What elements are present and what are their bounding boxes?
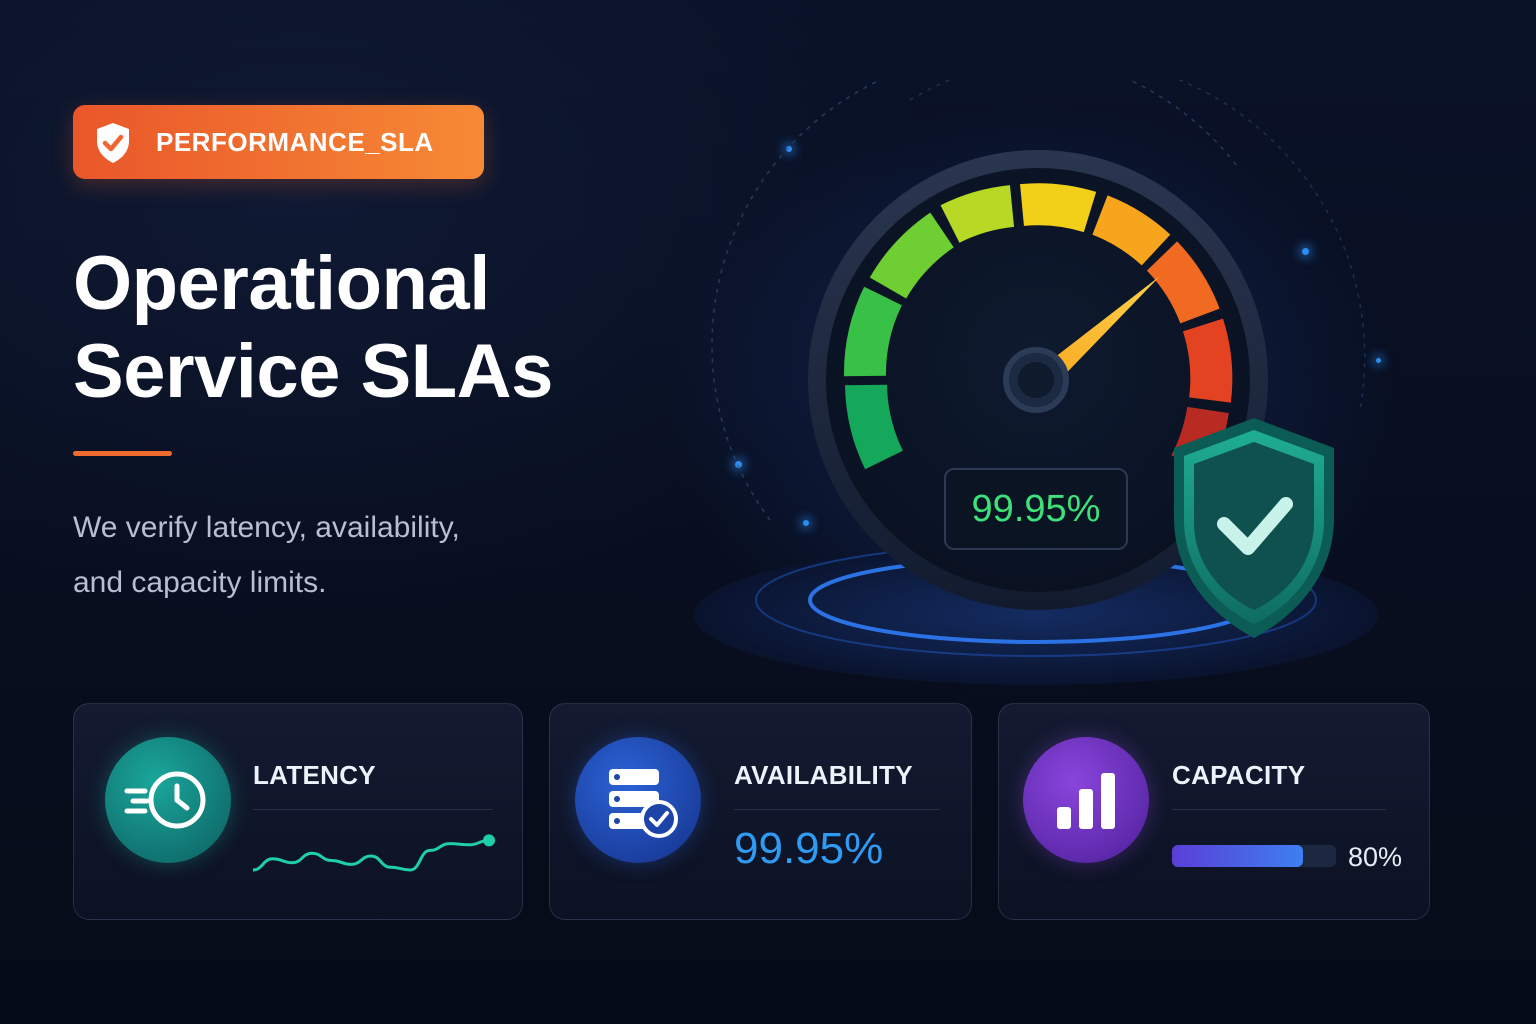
latency-sparkline: [252, 834, 495, 872]
availability-card: AVAILABILITY 99.95%: [549, 703, 972, 920]
capacity-percent: 80%: [1348, 842, 1403, 872]
latency-icon-circle: [105, 737, 231, 863]
page-title: Operational Service SLAs: [73, 240, 553, 416]
bar-chart-icon: [1057, 773, 1115, 829]
latency-trend-endpoint: [483, 834, 495, 847]
capacity-icon-circle: [1023, 737, 1149, 863]
shield-check-icon: [97, 123, 129, 163]
title-divider: [73, 451, 172, 456]
subtitle-line-2: and capacity limits.: [73, 566, 327, 599]
capacity-rule: [1172, 809, 1386, 810]
latency-card: LATENCY: [73, 703, 523, 920]
latency-trend-line: [252, 838, 490, 872]
availability-label: AVAILABILITY: [734, 760, 913, 790]
title-line-1: Operational: [73, 241, 490, 326]
gauge-readout: 99.95%: [944, 468, 1128, 550]
availability-value: 99.95%: [734, 824, 884, 873]
capacity-card: CAPACITY 80%: [998, 703, 1430, 920]
subtitle: We verify latency, availability, and cap…: [73, 500, 593, 610]
capacity-bar-fill: [1172, 845, 1304, 867]
server-check-icon: [609, 769, 678, 838]
capacity-bar-track: [1172, 845, 1336, 867]
title-line-2: Service SLAs: [73, 329, 553, 414]
badge-label: PERFORMANCE_SLA: [156, 127, 434, 157]
latency-label: LATENCY: [253, 760, 376, 790]
latency-rule: [253, 809, 493, 810]
availability-icon-circle: [575, 737, 701, 863]
gauge-illustration: [694, 80, 1378, 685]
sla-badge: PERFORMANCE_SLA: [73, 105, 484, 179]
capacity-label: CAPACITY: [1172, 760, 1306, 790]
subtitle-line-1: We verify latency, availability,: [73, 511, 460, 544]
clock-speed-icon: [124, 771, 206, 829]
availability-rule: [734, 809, 940, 810]
